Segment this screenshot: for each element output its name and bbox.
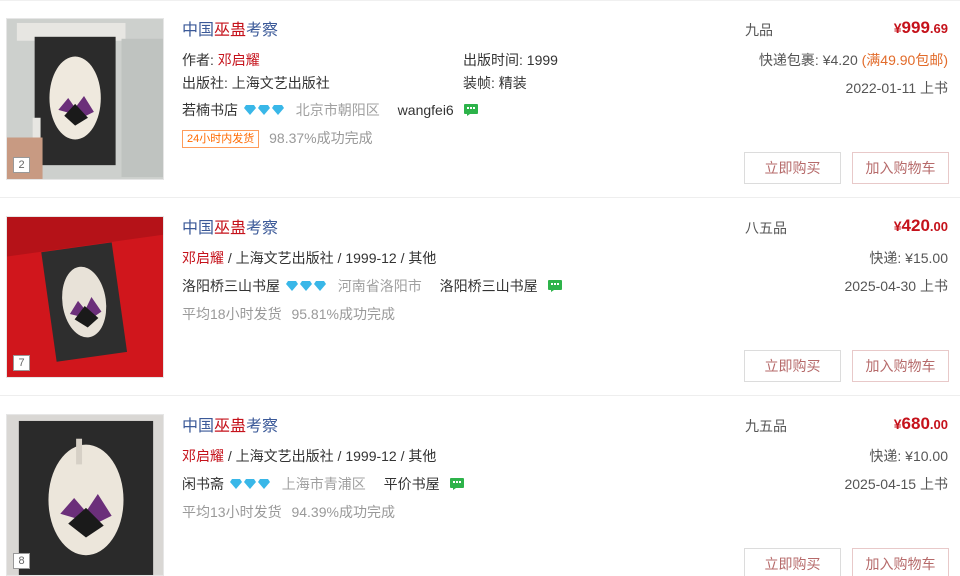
avg-ship-time: 平均13小时发货 — [182, 504, 282, 520]
book-title-link[interactable]: 中国巫蛊考察 — [182, 416, 278, 438]
diamond-rating — [284, 278, 330, 294]
diamond-icon — [271, 105, 284, 115]
service-line: 24小时内发货 98.37%成功完成 — [182, 128, 373, 148]
book-photo — [7, 415, 163, 575]
binding-line: 装帧: 精装 — [463, 75, 527, 91]
image-count-badge: 2 — [13, 157, 30, 173]
chat-icon[interactable] — [463, 104, 478, 116]
buy-now-button[interactable]: 立即购买 — [744, 350, 841, 382]
avg-ship-time: 平均18小时发货 — [182, 306, 282, 322]
shipping-fee: 快递: ¥15.00 — [869, 250, 948, 266]
diamond-icon — [243, 479, 256, 489]
buy-now-button[interactable]: 立即购买 — [744, 548, 841, 576]
listing-date: 2025-04-15 上书 — [844, 476, 948, 492]
shop-line: 洛阳桥三山书屋 河南省洛阳市 洛阳桥三山书屋 — [182, 276, 562, 296]
book-meta-line: 邓启耀 / 上海文艺出版社 / 1999-12 / 其他 — [182, 448, 437, 464]
image-count-badge: 8 — [13, 553, 30, 569]
shop-line: 若楠书店 北京市朝阳区 wangfei6 — [182, 100, 478, 120]
add-to-cart-button[interactable]: 加入购物车 — [852, 152, 949, 184]
seller-nickname-link[interactable]: wangfei6 — [398, 102, 454, 118]
shop-name-link[interactable]: 洛阳桥三山书屋 — [182, 278, 280, 294]
shop-line: 闲书斋 上海市青浦区 平价书屋 — [182, 474, 464, 494]
pubdate-line: 出版时间: 1999 — [463, 52, 558, 68]
success-rate: 98.37%成功完成 — [269, 130, 373, 146]
list-item: 8 中国巫蛊考察 邓启耀 / 上海文艺出版社 / 1999-12 / 其他 闲书… — [0, 396, 960, 576]
chat-icon[interactable] — [449, 478, 464, 490]
book-meta-line: 邓启耀 / 上海文艺出版社 / 1999-12 / 其他 — [182, 250, 437, 266]
seller-region: 上海市青浦区 — [281, 476, 366, 492]
book-photo — [7, 217, 163, 377]
author-link[interactable]: 邓启耀 — [182, 448, 224, 464]
book-cover-image[interactable]: 8 — [6, 414, 164, 576]
price: ¥999.69 — [893, 18, 948, 37]
diamond-rating — [228, 476, 274, 492]
price: ¥680.00 — [893, 414, 948, 433]
shipping-fee: 快递: ¥10.00 — [869, 448, 948, 464]
book-cover-image[interactable]: 7 — [6, 216, 164, 378]
diamond-icon — [257, 105, 270, 115]
condition-label: 九五品 — [745, 418, 787, 434]
condition-label: 九品 — [745, 22, 773, 38]
book-cover-image[interactable]: 2 — [6, 18, 164, 180]
success-rate: 95.81%成功完成 — [291, 306, 395, 322]
diamond-icon — [229, 479, 242, 489]
seller-region: 北京市朝阳区 — [295, 102, 380, 118]
seller-nickname-link[interactable]: 洛阳桥三山书屋 — [440, 278, 538, 294]
list-item: 7 中国巫蛊考察 邓启耀 / 上海文艺出版社 / 1999-12 / 其他 洛阳… — [0, 198, 960, 396]
diamond-rating — [242, 102, 288, 118]
service-line: 平均18小时发货 95.81%成功完成 — [182, 304, 395, 324]
success-rate: 94.39%成功完成 — [291, 504, 395, 520]
chat-icon[interactable] — [547, 280, 562, 292]
author-line: 作者: 邓启耀 — [182, 52, 260, 68]
seller-region: 河南省洛阳市 — [337, 278, 422, 294]
add-to-cart-button[interactable]: 加入购物车 — [852, 548, 949, 576]
book-title-link[interactable]: 中国巫蛊考察 — [182, 218, 278, 240]
book-title-link[interactable]: 中国巫蛊考察 — [182, 20, 278, 42]
diamond-icon — [299, 281, 312, 291]
shop-name-link[interactable]: 若楠书店 — [182, 102, 238, 118]
listing-date: 2022-01-11 上书 — [845, 80, 948, 96]
diamond-icon — [257, 479, 270, 489]
free-shipping-promo: (满49.90包邮) — [861, 52, 948, 68]
shipping-fee: 快递包裹: ¥4.20 (满49.90包邮) — [758, 52, 948, 68]
diamond-icon — [285, 281, 298, 291]
condition-label: 八五品 — [745, 220, 787, 236]
shop-name-link[interactable]: 闲书斋 — [182, 476, 224, 492]
fast-shipping-badge: 24小时内发货 — [182, 130, 260, 148]
buy-now-button[interactable]: 立即购买 — [744, 152, 841, 184]
add-to-cart-button[interactable]: 加入购物车 — [852, 350, 949, 382]
diamond-icon — [243, 105, 256, 115]
author-link[interactable]: 邓启耀 — [218, 52, 260, 68]
service-line: 平均13小时发货 94.39%成功完成 — [182, 502, 395, 522]
price: ¥420.00 — [893, 216, 948, 235]
seller-nickname-link[interactable]: 平价书屋 — [384, 476, 440, 492]
diamond-icon — [313, 281, 326, 291]
book-photo — [7, 19, 163, 179]
listing-date: 2025-04-30 上书 — [844, 278, 948, 294]
list-item: 2 中国巫蛊考察 作者: 邓启耀 出版时间: 1999 出版社: 上海文艺出版社… — [0, 0, 960, 198]
publisher-line: 出版社: 上海文艺出版社 — [182, 75, 330, 91]
image-count-badge: 7 — [13, 355, 30, 371]
author-link[interactable]: 邓启耀 — [182, 250, 224, 266]
